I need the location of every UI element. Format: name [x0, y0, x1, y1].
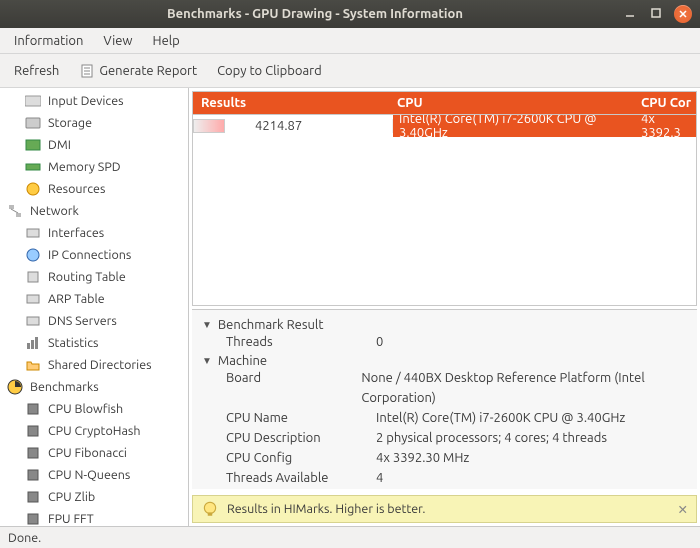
resources-icon — [24, 180, 42, 198]
threads-value: 0 — [376, 332, 383, 352]
keyboard-icon — [24, 92, 42, 110]
refresh-label: Refresh — [14, 64, 59, 78]
result-value: 4214.87 — [255, 119, 302, 133]
collapse-icon[interactable]: ▼ — [202, 319, 212, 331]
sidebar-item-memory-spd[interactable]: Memory SPD — [0, 156, 188, 178]
toolbar: Refresh Generate Report Copy to Clipboar… — [0, 54, 700, 88]
cpu-icon — [24, 444, 42, 462]
sidebar-item-cpu-cryptohash[interactable]: CPU CryptoHash — [0, 420, 188, 442]
board-icon — [24, 136, 42, 154]
refresh-button[interactable]: Refresh — [10, 62, 63, 80]
minimize-button[interactable] — [622, 5, 638, 21]
sidebar-tree[interactable]: Input Devices Storage DMI Memory SPD Res… — [0, 88, 189, 526]
routing-icon — [24, 268, 42, 286]
sidebar-item-network[interactable]: Network — [0, 200, 188, 222]
lightbulb-icon — [201, 500, 219, 518]
sidebar-item-ip-connections[interactable]: IP Connections — [0, 244, 188, 266]
results-row[interactable]: 4214.87 Intel(R) Core(TM) i7-2600K CPU @… — [193, 115, 696, 137]
sidebar-item-benchmarks[interactable]: Benchmarks — [0, 376, 188, 398]
cpu-icon — [24, 466, 42, 484]
threads-label: Threads — [226, 332, 376, 352]
menubar: Information View Help — [0, 28, 700, 54]
threads-avail-label: Threads Available — [226, 468, 376, 488]
cpu-config-value: 4x 3392.30 MHz — [376, 448, 469, 468]
cpu-desc-value: 2 physical processors; 4 cores; 4 thread… — [376, 428, 607, 448]
menu-information[interactable]: Information — [6, 32, 91, 50]
cpu-icon — [24, 422, 42, 440]
menu-view[interactable]: View — [95, 32, 140, 50]
window-titlebar: Benchmarks - GPU Drawing - System Inform… — [0, 0, 700, 28]
opengl-label: OpenGL Renderer — [226, 488, 376, 489]
ram-icon — [24, 158, 42, 176]
globe-icon — [24, 246, 42, 264]
stats-icon — [24, 334, 42, 352]
menu-help[interactable]: Help — [145, 32, 188, 50]
sidebar-item-cpu-blowfish[interactable]: CPU Blowfish — [0, 398, 188, 420]
sidebar-item-fpu-fft[interactable]: FPU FFT — [0, 508, 188, 526]
notice-text: Results in HIMarks. Higher is better. — [227, 502, 425, 516]
sidebar-item-cpu-fibonacci[interactable]: CPU Fibonacci — [0, 442, 188, 464]
disk-icon — [24, 114, 42, 132]
close-button[interactable] — [674, 5, 692, 23]
cpu-icon — [24, 488, 42, 506]
sidebar-item-input-devices[interactable]: Input Devices — [0, 90, 188, 112]
threads-avail-value: 4 — [376, 468, 383, 488]
report-icon — [79, 63, 95, 79]
cpu-config-label: CPU Config — [226, 448, 376, 468]
cpu-desc-label: CPU Description — [226, 428, 376, 448]
status-text: Done. — [8, 531, 41, 545]
copy-button[interactable]: Copy to Clipboard — [213, 62, 326, 80]
result-cpu: Intel(R) Core(TM) i7-2600K CPU @ 3.40GHz — [393, 115, 641, 137]
collapse-icon[interactable]: ▼ — [202, 355, 212, 367]
sidebar-item-storage[interactable]: Storage — [0, 112, 188, 134]
board-value: None / 440BX Desktop Reference Platform … — [361, 368, 687, 408]
window-title: Benchmarks - GPU Drawing - System Inform… — [8, 7, 622, 21]
sidebar-item-statistics[interactable]: Statistics — [0, 332, 188, 354]
cpu-name-value: Intel(R) Core(TM) i7-2600K CPU @ 3.40GHz — [376, 408, 625, 428]
arp-icon — [24, 290, 42, 308]
notice-bar: Results in HIMarks. Higher is better. ✕ — [192, 495, 697, 523]
statusbar: Done. — [0, 526, 700, 548]
results-col-cpu-config[interactable]: CPU Cor — [641, 96, 696, 110]
cpu-icon — [24, 510, 42, 526]
details-panel: ▼ Benchmark Result Threads0 ▼ Machine Boar… — [192, 309, 697, 489]
opengl-value: SVGA3D; build — [376, 488, 460, 489]
generate-report-button[interactable]: Generate Report — [75, 61, 201, 81]
network-icon — [6, 202, 24, 220]
folder-icon — [24, 356, 42, 374]
results-col-results[interactable]: Results — [193, 96, 393, 110]
cpu-icon — [24, 400, 42, 418]
sidebar-item-cpu-nqueens[interactable]: CPU N-Queens — [0, 464, 188, 486]
results-header: Results CPU CPU Cor — [192, 91, 697, 115]
sidebar-item-dns-servers[interactable]: DNS Servers — [0, 310, 188, 332]
result-cpu-config: 4x 3392.3 — [641, 115, 696, 137]
group-machine: Machine — [218, 354, 267, 368]
board-label: Board — [226, 368, 361, 408]
copy-label: Copy to Clipboard — [217, 64, 322, 78]
dns-icon — [24, 312, 42, 330]
group-benchmark-result: Benchmark Result — [218, 318, 324, 332]
results-table[interactable]: 4214.87 Intel(R) Core(TM) i7-2600K CPU @… — [192, 115, 697, 306]
cpu-name-label: CPU Name — [226, 408, 376, 428]
interfaces-icon — [24, 224, 42, 242]
notice-close-button[interactable]: ✕ — [678, 502, 688, 517]
maximize-button[interactable] — [648, 5, 664, 21]
sidebar-item-dmi[interactable]: DMI — [0, 134, 188, 156]
sidebar-item-resources[interactable]: Resources — [0, 178, 188, 200]
sidebar-item-interfaces[interactable]: Interfaces — [0, 222, 188, 244]
window-controls — [622, 5, 692, 23]
sidebar-item-routing-table[interactable]: Routing Table — [0, 266, 188, 288]
results-col-cpu[interactable]: CPU — [393, 96, 641, 110]
main-panel: Results CPU CPU Cor 4214.87 Intel(R) Cor… — [189, 88, 700, 526]
sidebar-item-cpu-zlib[interactable]: CPU Zlib — [0, 486, 188, 508]
generate-report-label: Generate Report — [99, 64, 197, 78]
sidebar-item-arp-table[interactable]: ARP Table — [0, 288, 188, 310]
benchmark-icon — [6, 378, 24, 396]
sidebar-item-shared-directories[interactable]: Shared Directories — [0, 354, 188, 376]
